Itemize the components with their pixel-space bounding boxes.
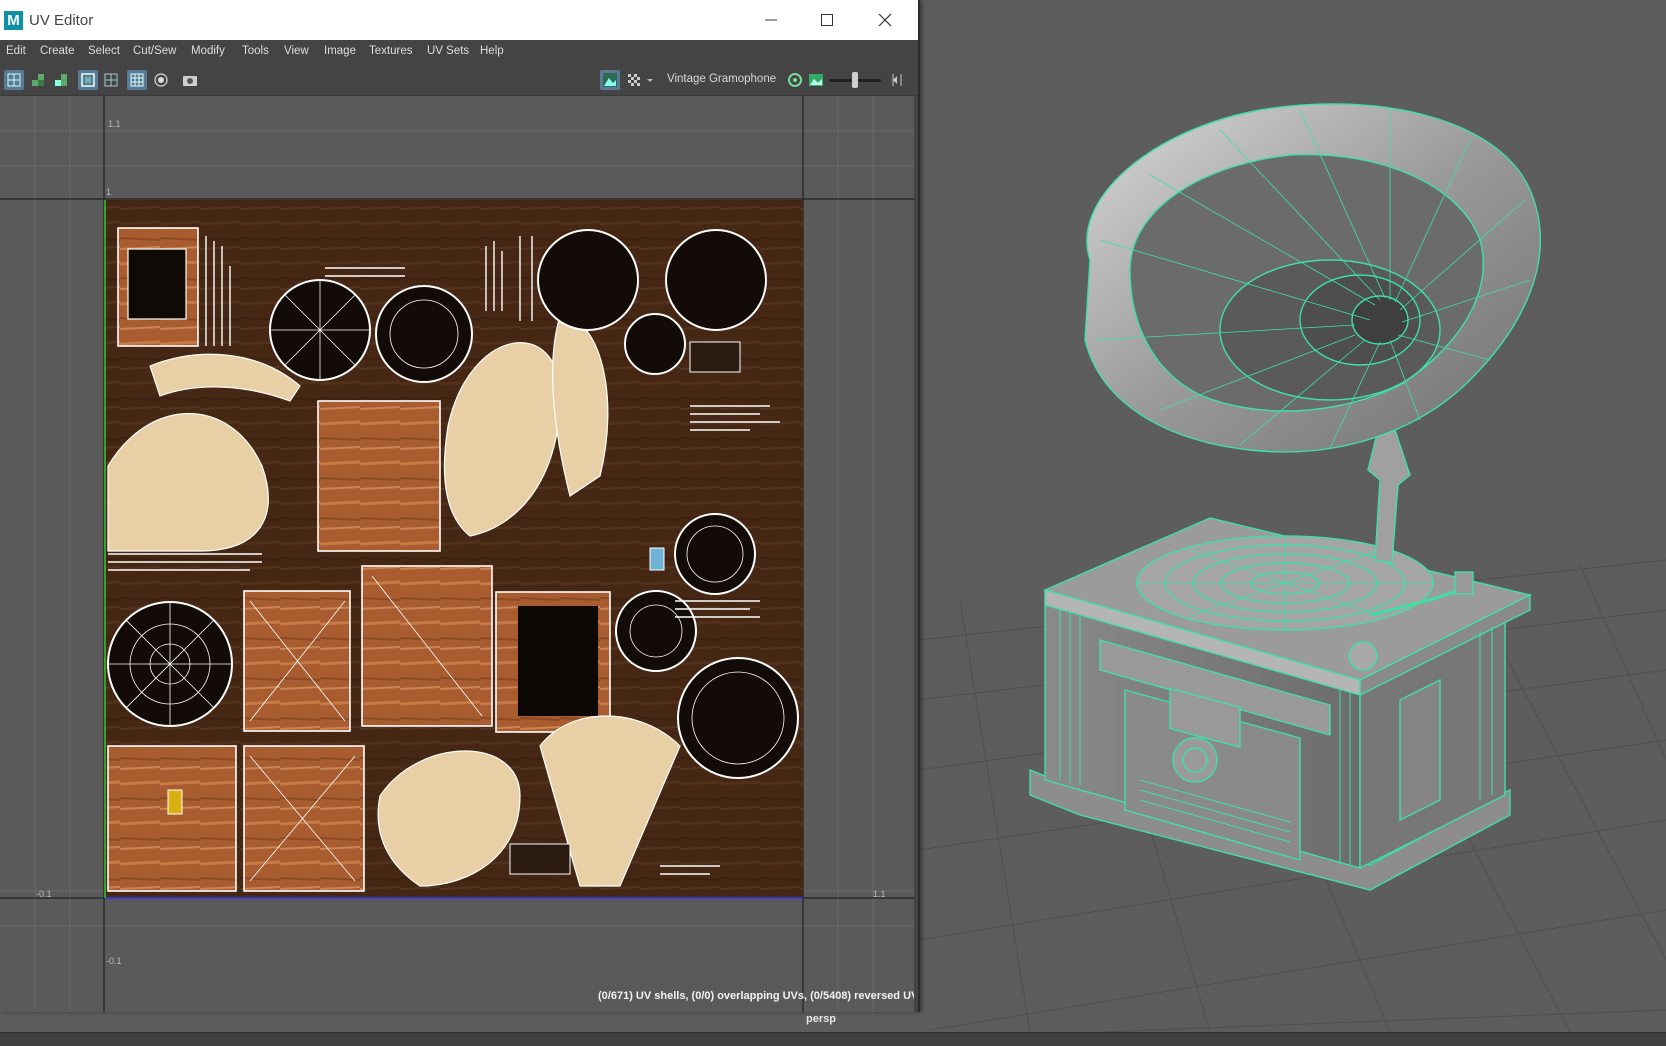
gramophone-model [1029,103,1542,891]
axis-label-top: 1.1 [108,119,121,129]
timeline-strip [0,1032,1666,1046]
uv-editor-window[interactable]: M UV Editor Edit Create Select Cut/Sew M… [0,0,920,1012]
minimize-button[interactable] [748,0,794,40]
camera-label: persp [806,1013,836,1025]
menu-uv-sets[interactable]: UV Sets [427,45,469,57]
menu-cut-sew[interactable]: Cut/Sew [133,45,176,57]
maximize-icon [821,14,833,26]
snapshot-icon [183,76,197,86]
maya-logo-icon: M [4,11,23,30]
uv-toolbar: Vintage Gramophone [0,63,918,96]
uv-shell-icon [7,73,21,87]
dim-icon [892,74,902,86]
checker-button[interactable] [624,70,644,90]
dropdown-arrow-icon [647,79,653,82]
isolate-icon [154,73,168,87]
image-display-button[interactable] [600,70,620,90]
menu-tools[interactable]: Tools [242,45,269,57]
menu-help[interactable]: Help [480,45,504,57]
checker-dropdown[interactable] [644,70,656,90]
exposure-slider-handle[interactable] [852,72,858,88]
uv-shell-button[interactable] [4,70,24,90]
checker-icon [628,74,640,86]
title-bar[interactable]: M UV Editor [0,0,918,41]
image-button[interactable] [806,70,826,90]
menu-create[interactable]: Create [40,45,75,57]
image-display-icon [603,73,617,87]
grid-button[interactable] [127,70,147,90]
menu-view[interactable]: View [284,45,309,57]
uv-status-readout: (0/671) UV shells, (0/0) overlapping UVs… [598,990,914,1002]
window-title: UV Editor [29,12,94,29]
close-button[interactable] [862,0,908,40]
menu-modify[interactable]: Modify [191,45,225,57]
frame-border-icon [81,73,95,87]
uv-tile-button[interactable] [28,70,48,90]
axis-label-right: 1.1 [873,889,886,899]
uv-grid-view[interactable] [0,96,914,1012]
menu-select[interactable]: Select [88,45,120,57]
axis-label-one: 1 [106,187,112,197]
snapshot-button[interactable] [180,70,200,90]
menu-edit[interactable]: Edit [6,45,26,57]
isolate-button[interactable] [151,70,171,90]
dim-button[interactable] [887,70,907,90]
axis-label-left: -0.1 [36,889,52,899]
uv-corner-icon [55,74,67,86]
uv-corner-button[interactable] [51,70,71,90]
frame-all-button[interactable] [101,70,121,90]
maximize-button[interactable] [804,0,850,40]
uv-tile-icon [32,74,44,86]
grid-icon [130,73,144,87]
menu-bar: Edit Create Select Cut/Sew Modify Tools … [0,40,918,63]
axis-label-bottom: -0.1 [106,956,122,966]
color-wheel-icon [788,73,802,87]
menu-textures[interactable]: Textures [369,45,412,57]
color-management-button[interactable] [785,70,805,90]
frame-border-button[interactable] [78,70,98,90]
texture-name-label[interactable]: Vintage Gramophone [667,73,776,85]
menu-image[interactable]: Image [324,45,356,57]
close-icon [878,13,892,27]
uv-texture-tile [105,200,803,898]
minimize-icon [765,19,777,21]
frame-all-icon [104,73,118,87]
image-icon [809,74,823,86]
uv-canvas[interactable]: 1.1 1 -0.1 1.1 -0.1 (0/671) UV shells, (… [0,96,914,1012]
